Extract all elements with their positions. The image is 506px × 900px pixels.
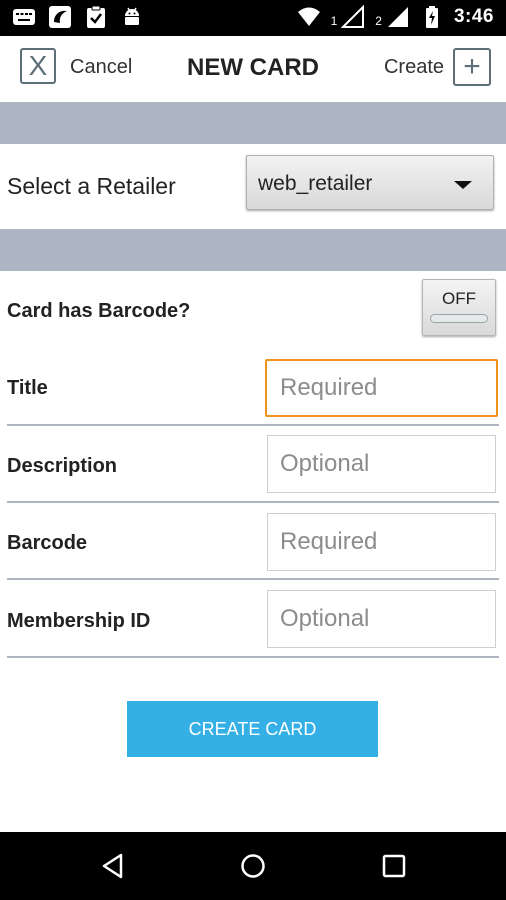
divider xyxy=(7,501,499,503)
divider xyxy=(7,578,499,580)
barcode-input[interactable] xyxy=(267,513,496,571)
sim1-label: 1 xyxy=(330,14,338,28)
description-label: Description xyxy=(7,455,118,477)
dropdown-caret-icon xyxy=(454,181,472,189)
divider xyxy=(7,656,499,658)
battery-charging-icon xyxy=(425,6,438,28)
create-button[interactable]: Create xyxy=(384,56,444,79)
retailer-label: Select a Retailer xyxy=(7,173,176,199)
barcode-toggle-label: Card has Barcode? xyxy=(7,300,191,322)
title-label: Title xyxy=(7,377,48,399)
membership-id-label: Membership ID xyxy=(7,610,151,632)
barcode-toggle[interactable]: OFF xyxy=(422,279,496,336)
toggle-indicator xyxy=(430,314,488,323)
retailer-selected-value: web_retailer xyxy=(258,172,373,195)
membership-id-input[interactable] xyxy=(267,590,496,648)
toggle-state: OFF xyxy=(442,289,476,308)
signal-icon xyxy=(341,5,365,28)
recents-icon[interactable] xyxy=(379,851,409,881)
back-icon[interactable] xyxy=(98,851,128,881)
section-divider xyxy=(0,229,506,271)
barcode-label: Barcode xyxy=(7,532,88,554)
app-icon xyxy=(49,6,71,28)
title-input[interactable] xyxy=(265,359,498,417)
navigation-bar xyxy=(0,832,506,900)
clock: 3:46 xyxy=(453,6,494,27)
description-input[interactable] xyxy=(267,435,496,493)
clipboard-check-icon xyxy=(87,5,105,28)
sim2-label: 2 xyxy=(375,14,382,28)
home-icon[interactable] xyxy=(238,851,268,881)
section-divider xyxy=(0,102,506,144)
add-icon[interactable]: + xyxy=(453,48,491,86)
status-bar: 1 2 3:46 xyxy=(0,0,506,36)
wifi-icon xyxy=(297,7,320,26)
retailer-dropdown[interactable]: web_retailer xyxy=(246,155,494,210)
signal-icon xyxy=(387,7,408,27)
action-bar: X Cancel NEW CARD Create + xyxy=(0,36,506,102)
android-icon xyxy=(125,7,139,25)
create-card-button[interactable]: CREATE CARD xyxy=(127,701,378,757)
keyboard-icon xyxy=(13,9,35,25)
divider xyxy=(7,424,499,426)
